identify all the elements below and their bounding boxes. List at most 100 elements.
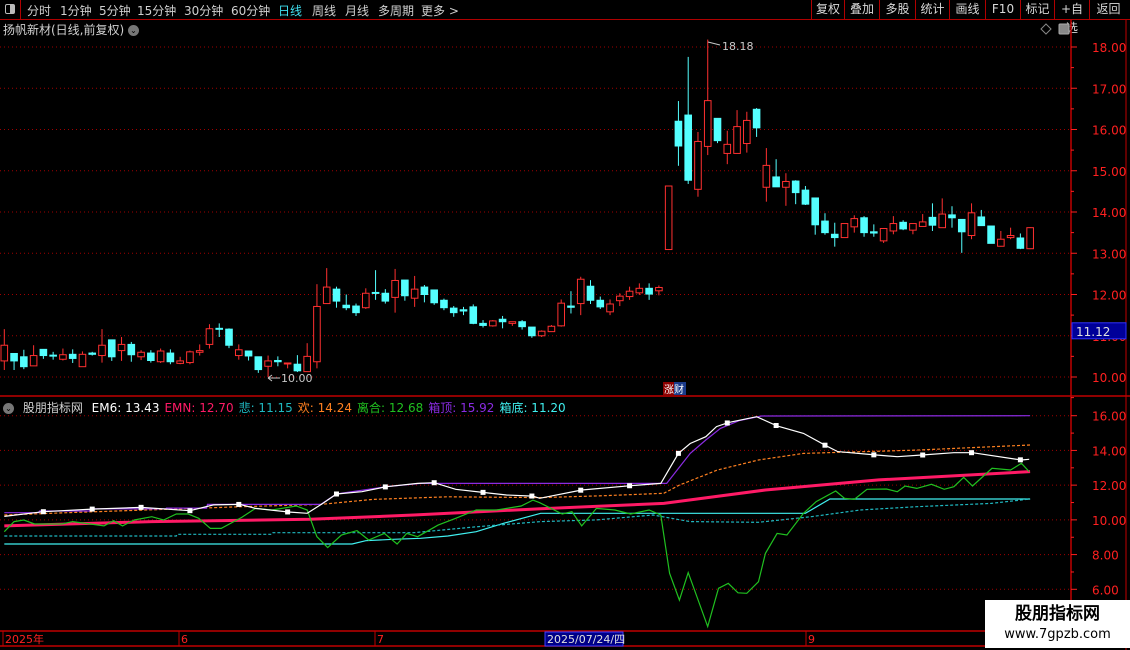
candle: [264, 355, 272, 377]
candle-body: [625, 290, 634, 298]
candle: [225, 328, 233, 349]
candle: [977, 209, 986, 227]
candle: [498, 315, 507, 329]
candle: [127, 341, 136, 362]
candle: [342, 294, 351, 311]
candle: [889, 216, 898, 235]
candle-body: [176, 360, 184, 364]
candle-body: [332, 288, 341, 302]
candle: [449, 306, 458, 317]
candle: [782, 173, 790, 206]
candle: [928, 203, 937, 231]
candle-body: [616, 295, 624, 302]
candle-body: [88, 352, 97, 355]
candle-body: [948, 214, 956, 219]
candle-body: [889, 223, 898, 232]
candle: [440, 298, 448, 311]
candle: [176, 356, 184, 365]
candle-body: [850, 218, 859, 228]
price-axis-label: 16.00: [1092, 124, 1126, 138]
candle-body: [840, 223, 849, 239]
candle-body: [596, 299, 605, 308]
candle: [195, 344, 204, 356]
candle: [391, 268, 399, 313]
candle-body: [1026, 227, 1034, 250]
candle-body: [489, 320, 497, 327]
candle-body: [997, 238, 1005, 247]
candle-body: [469, 306, 478, 324]
chart-canvas[interactable]: 18.0017.0016.0015.0014.0013.0012.0011.00…: [0, 0, 1130, 650]
candle: [723, 130, 732, 165]
date-axis-label: 2025年: [5, 632, 44, 646]
indicator-line-悲: [4, 498, 1031, 537]
candle-body: [361, 292, 370, 309]
candle: [850, 215, 859, 233]
candle-body: [1016, 237, 1025, 249]
candle-body: [449, 307, 458, 314]
candle-body: [743, 119, 751, 145]
candle: [1016, 233, 1025, 250]
candle-body: [283, 362, 292, 365]
candle: [332, 286, 341, 308]
candle-body: [39, 348, 48, 357]
candle: [361, 288, 370, 309]
indicator-axis-label: 12.00: [1092, 479, 1126, 493]
candle-body: [528, 326, 536, 337]
candle-body: [811, 197, 820, 226]
candle: [147, 350, 155, 363]
candle-body: [391, 279, 399, 298]
candle: [801, 186, 810, 205]
candle: [166, 349, 175, 365]
candle-body: [567, 305, 575, 308]
candle-body: [49, 354, 57, 357]
indicator-value: 悲: 11.15: [238, 401, 293, 415]
candle: [68, 349, 77, 363]
candle: [29, 345, 38, 367]
candle: [117, 336, 126, 361]
candle-body: [645, 287, 653, 295]
candle-body: [606, 303, 614, 313]
candle: [244, 350, 253, 361]
candle-body: [68, 353, 77, 359]
candle-body: [98, 344, 106, 357]
candle-body: [498, 318, 507, 323]
em6-marker: [382, 484, 388, 490]
candle-body: [635, 287, 644, 294]
price-axis-label: 18.00: [1092, 41, 1126, 55]
candle: [137, 350, 145, 361]
candle-body: [127, 343, 136, 356]
candle-body: [459, 309, 468, 312]
candle: [772, 159, 780, 188]
candle-body: [821, 220, 829, 234]
high-price-label: 18.18: [722, 40, 754, 53]
candle: [840, 223, 849, 239]
watermark: 股朋指标网 www.7gpzb.com: [985, 600, 1130, 648]
candle-body: [215, 327, 224, 330]
candle-body: [303, 355, 311, 373]
candle: [156, 348, 165, 363]
candle-body: [713, 117, 722, 142]
em6-marker: [89, 506, 95, 512]
candle: [420, 285, 429, 303]
candle-body: [801, 189, 810, 205]
candle-body: [694, 140, 702, 190]
price-axis-label: 17.00: [1092, 82, 1126, 96]
candle: [616, 293, 624, 307]
candle: [274, 356, 282, 367]
em6-marker: [969, 450, 975, 456]
indicator-name[interactable]: 股朋指标网: [23, 401, 83, 415]
candle-body: [410, 288, 419, 299]
candle-body: [674, 120, 683, 147]
candle: [557, 299, 565, 327]
candle-body: [655, 286, 663, 292]
em6-marker: [724, 420, 730, 426]
candle: [186, 350, 194, 365]
candle-body: [987, 225, 995, 244]
candle-body: [10, 352, 18, 362]
candle-body: [879, 228, 888, 242]
chevron-down-icon[interactable]: ⌄: [3, 403, 14, 414]
candle-body: [1006, 235, 1015, 239]
news-badge: 涨财: [664, 383, 684, 396]
watermark-url: www.7gpzb.com: [1004, 627, 1111, 642]
candle: [733, 110, 741, 154]
